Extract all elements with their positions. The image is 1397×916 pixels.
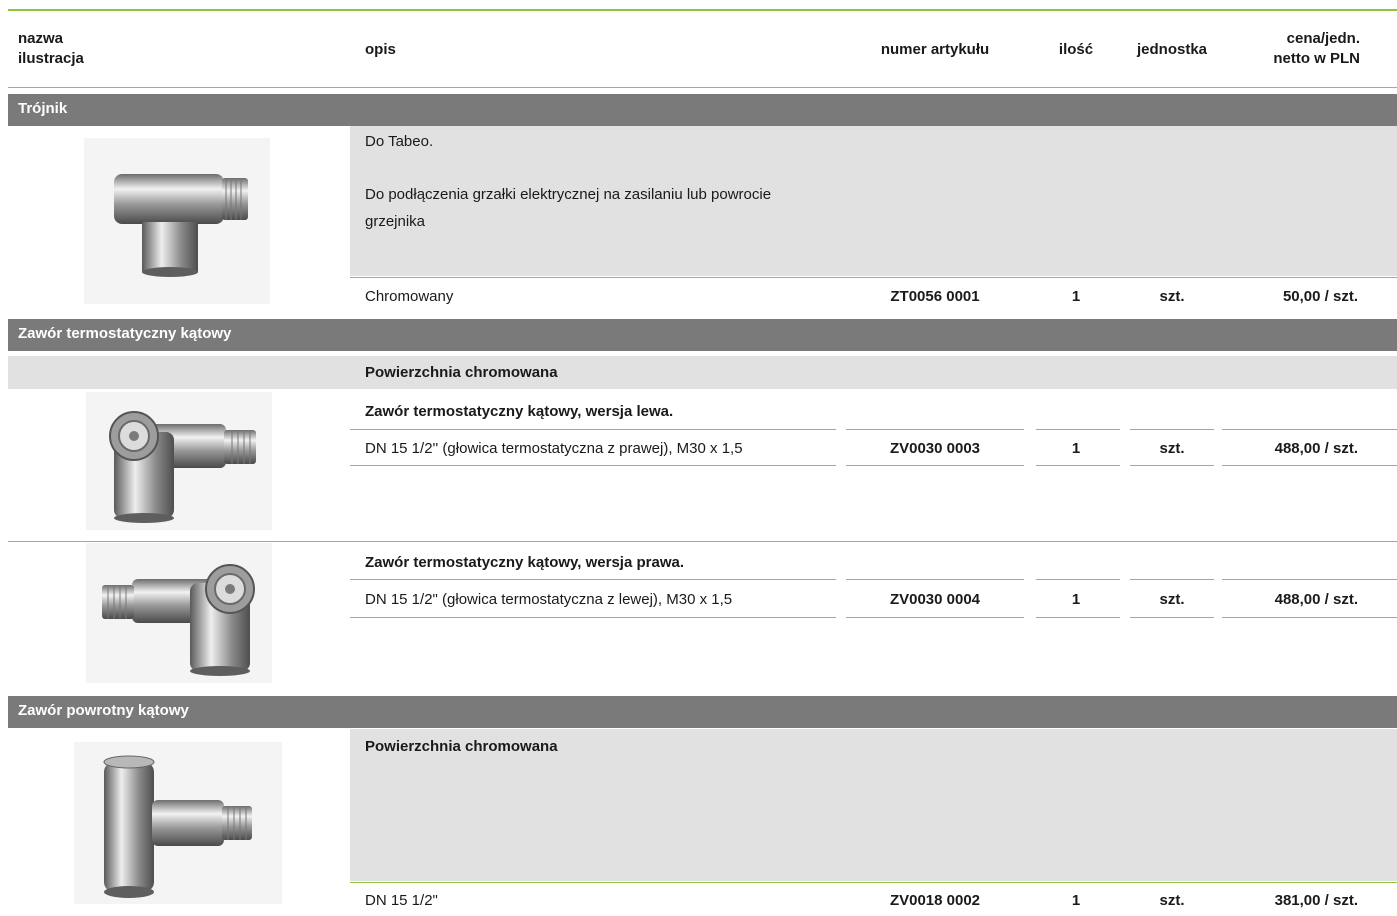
row-separator [350, 579, 836, 580]
product-image-valve-left [86, 392, 272, 530]
price: 381,00 / szt. [1274, 892, 1358, 909]
row-separator [1222, 465, 1397, 466]
row-separator [1130, 465, 1214, 466]
row-separator [350, 465, 836, 466]
item-description: Chromowany [365, 288, 454, 305]
column-header-article-number: numer artykułu [880, 41, 990, 58]
row-separator [1130, 429, 1214, 430]
column-header-price-line2: netto w PLN [1273, 50, 1360, 67]
row-separator [1036, 465, 1120, 466]
row-separator [846, 617, 1024, 618]
unit: szt. [1159, 892, 1185, 909]
price: 50,00 / szt. [1282, 288, 1358, 305]
section-title: Zawór termostatyczny kątowy [18, 325, 232, 342]
item-description: DN 15 1/2" [365, 892, 438, 909]
column-header-description: opis [365, 41, 396, 58]
surface-label: Powierzchnia chromowana [365, 738, 558, 755]
article-number: ZV0018 0002 [889, 892, 981, 909]
column-header-name-line2: ilustracja [18, 50, 84, 67]
row-separator [846, 579, 1024, 580]
article-number: ZV0030 0003 [889, 440, 981, 457]
item-description: DN 15 1/2'' (głowica termostatyczna z pr… [365, 440, 743, 457]
row-separator [350, 429, 836, 430]
variant-title: Zawór termostatyczny kątowy, wersja praw… [365, 554, 685, 571]
product-image-tee [84, 138, 270, 304]
row-separator [1036, 617, 1120, 618]
row-separator [350, 882, 1397, 883]
row-separator [350, 617, 836, 618]
row-separator [846, 429, 1024, 430]
unit: szt. [1159, 440, 1185, 457]
unit: szt. [1159, 591, 1185, 608]
row-separator [1222, 579, 1397, 580]
row-separator [1222, 429, 1397, 430]
article-number: ZT0056 0001 [890, 288, 980, 305]
article-number: ZV0030 0004 [889, 591, 981, 608]
product-image-valve-right [86, 543, 272, 683]
quantity: 1 [1071, 591, 1081, 608]
column-header-quantity: ilość [1058, 41, 1094, 58]
column-header-name: nazwa ilustracja [18, 29, 84, 69]
surface-label: Powierzchnia chromowana [365, 364, 558, 381]
row-separator [1130, 617, 1214, 618]
quantity: 1 [1071, 440, 1081, 457]
angle-valve-icon [102, 564, 255, 676]
variant-title: Zawór termostatyczny kątowy, wersja lewa… [365, 403, 674, 420]
header-bottom-rule [8, 87, 1397, 88]
surface-band [8, 356, 1397, 389]
header-top-rule [8, 9, 1397, 11]
tee-fitting-icon [114, 174, 248, 277]
section-title: Zawór powrotny kątowy [18, 702, 189, 719]
quantity: 1 [1071, 892, 1081, 909]
variant-separator [8, 541, 1397, 542]
price: 488,00 / szt. [1274, 591, 1358, 608]
column-header-unit: jednostka [1136, 41, 1208, 58]
section-title: Trójnik [18, 100, 68, 117]
column-header-price: cena/jedn. netto w PLN [1222, 29, 1360, 69]
column-header-price-line1: cena/jedn. [1286, 30, 1360, 47]
description-text: Do Tabeo. [365, 133, 434, 150]
description-text: Do podłączenia grzałki elektrycznej na z… [365, 186, 772, 203]
unit: szt. [1159, 288, 1185, 305]
item-description: DN 15 1/2" (głowica termostatyczna z lew… [365, 591, 733, 608]
row-separator [1130, 579, 1214, 580]
row-separator [1036, 579, 1120, 580]
column-header-name-line1: nazwa [18, 30, 64, 47]
row-separator [1036, 429, 1120, 430]
description-text: grzejnika [365, 213, 426, 230]
row-separator [350, 277, 1397, 278]
row-separator [846, 465, 1024, 466]
product-image-return-valve [74, 742, 282, 904]
section-header-trojnik: Trójnik [8, 94, 1397, 126]
price: 488,00 / szt. [1274, 440, 1358, 457]
return-valve-icon [103, 755, 252, 898]
section-header-return-valve: Zawór powrotny kątowy [8, 696, 1397, 728]
section-header-thermostatic-valve: Zawór termostatyczny kątowy [8, 319, 1397, 351]
angle-valve-icon [109, 411, 256, 523]
quantity: 1 [1071, 288, 1081, 305]
row-separator [1222, 617, 1397, 618]
